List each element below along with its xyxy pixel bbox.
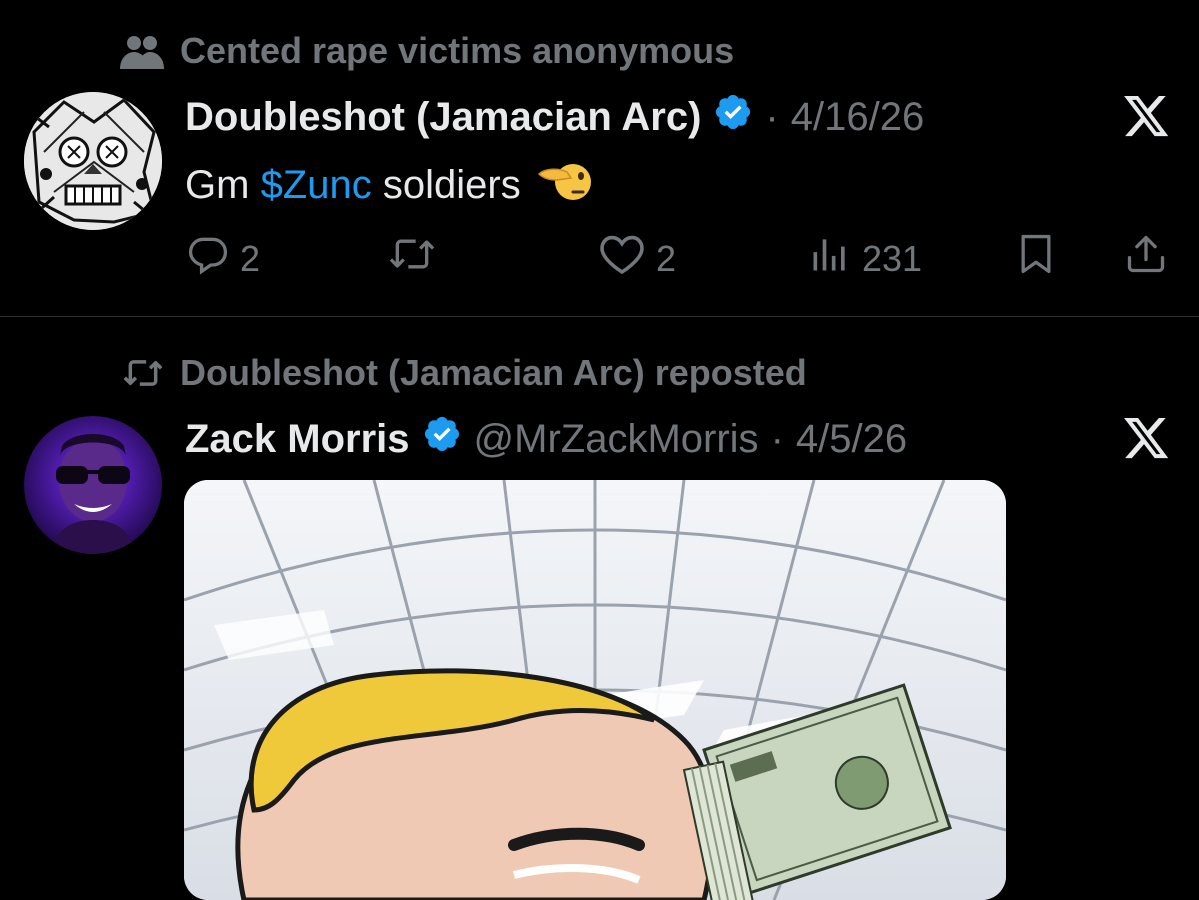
reply-icon (186, 232, 230, 285)
x-logo-icon (1124, 96, 1170, 143)
post-media-image[interactable] (184, 480, 1006, 900)
post-date[interactable]: 4/16/26 (791, 95, 924, 140)
separator-dot: · (765, 94, 779, 139)
views-button[interactable]: 231 (808, 232, 922, 285)
share-button[interactable] (1123, 232, 1169, 285)
cashtag-link[interactable]: $Zunc (261, 163, 372, 207)
post-divider (0, 316, 1199, 317)
author-handle[interactable]: @MrZackMorris (474, 417, 759, 462)
author-name[interactable]: Zack Morris (185, 417, 410, 462)
post1-header: Doubleshot (Jamacian Arc) · 4/16/26 (185, 92, 924, 142)
x-logo-icon (1124, 418, 1170, 465)
post-date[interactable]: 4/5/26 (796, 417, 907, 462)
repost-icon (387, 232, 437, 285)
avatar[interactable] (24, 416, 162, 554)
reply-button[interactable]: 2 (186, 232, 260, 285)
views-count: 231 (862, 237, 923, 279)
community-label: Cented rape victims anonymous (180, 30, 735, 71)
share-icon (1123, 232, 1169, 285)
post1-text: Gm $Zunc soldiers (185, 156, 593, 214)
reply-count: 2 (240, 237, 261, 279)
like-count: 2 (656, 237, 677, 279)
avatar[interactable] (24, 92, 162, 230)
verified-badge-icon (422, 414, 462, 464)
bookmark-button[interactable] (1014, 232, 1058, 285)
text-after: soldiers (382, 162, 521, 207)
repost-button[interactable] (387, 232, 437, 285)
like-button[interactable]: 2 (598, 232, 676, 285)
bookmark-icon (1014, 232, 1058, 285)
community-icon (118, 31, 166, 71)
repost-context[interactable]: Doubleshot (Jamacian Arc) reposted (120, 352, 807, 394)
post2-header: Zack Morris @MrZackMorris · 4/5/26 (185, 414, 907, 464)
heart-icon (598, 232, 646, 285)
repost-label: Doubleshot (Jamacian Arc) reposted (180, 352, 807, 393)
text-before: Gm (185, 162, 250, 207)
author-name[interactable]: Doubleshot (Jamacian Arc) (185, 95, 701, 140)
separator-dot: · (770, 416, 784, 461)
community-context[interactable]: Cented rape victims anonymous (118, 30, 734, 72)
repost-small-icon (120, 354, 166, 392)
verified-badge-icon (713, 92, 753, 142)
pointing-face-emoji-icon (537, 156, 593, 214)
views-icon (808, 232, 852, 285)
